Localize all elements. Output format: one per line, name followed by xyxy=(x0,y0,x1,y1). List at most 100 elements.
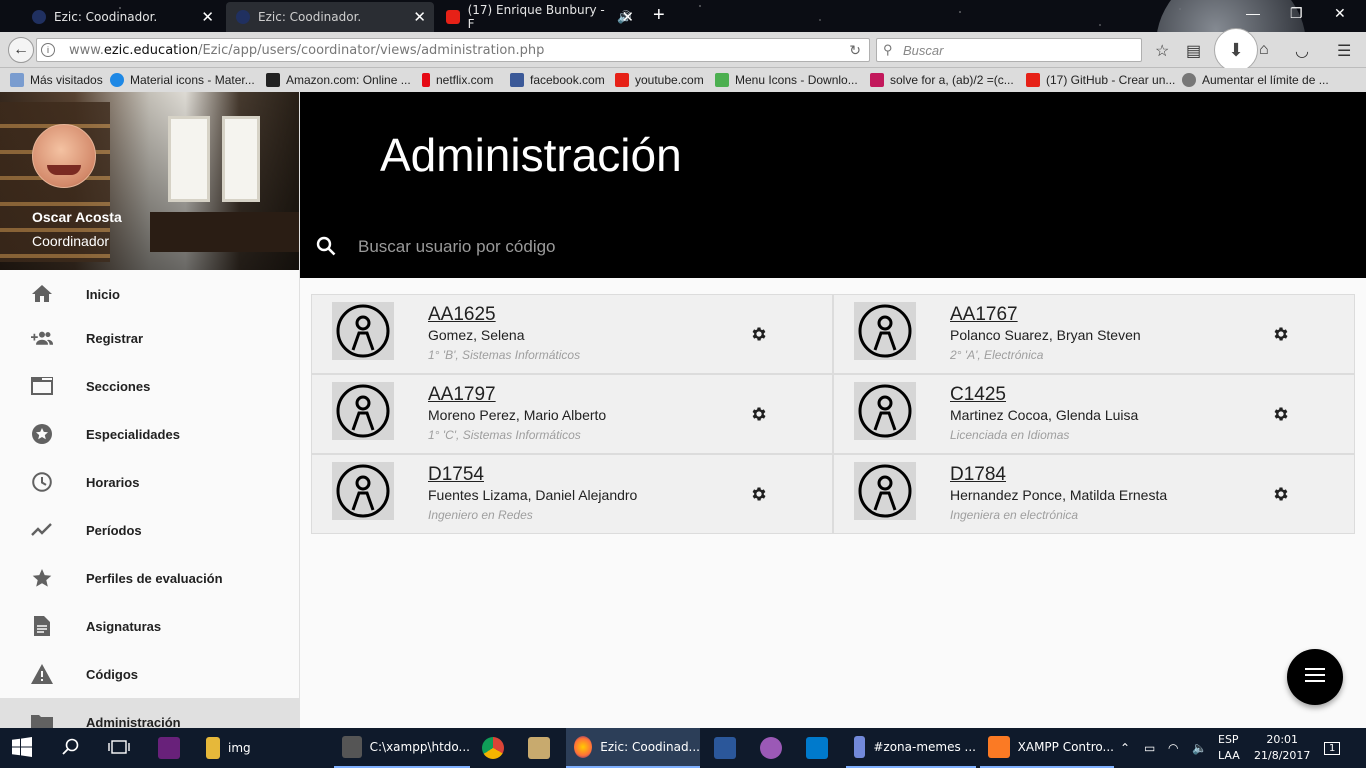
close-tab-icon[interactable]: ✕ xyxy=(413,8,426,26)
youtube-favicon-icon xyxy=(1026,73,1040,87)
folder-icon xyxy=(206,737,220,759)
sidebar-item-label: Inicio xyxy=(86,286,120,302)
taskbar-clock[interactable]: 20:01 21/8/2017 xyxy=(1254,732,1310,764)
bookmark-item[interactable]: Material icons - Mater... xyxy=(110,73,255,87)
pocket-icon[interactable]: ◡ xyxy=(1295,41,1309,61)
sidebar-item-administracion[interactable]: Administración xyxy=(0,698,299,728)
reload-icon[interactable]: ↻ xyxy=(849,42,861,59)
fab-menu-button[interactable] xyxy=(1287,649,1343,705)
taskbar-item-xampp[interactable]: XAMPP Contro... xyxy=(980,728,1114,768)
user-code-link[interactable]: D1754 xyxy=(428,464,484,486)
user-card[interactable]: AA1767 Polanco Suarez, Bryan Steven 2° 'A'… xyxy=(833,294,1355,374)
settings-gear-icon[interactable] xyxy=(1272,405,1290,428)
browser-tab-bar: Ezic: Coodinador. ✕ Ezic: Coodinador. ✕ … xyxy=(0,0,1366,120)
vscode-taskbar-button[interactable] xyxy=(806,728,836,768)
sidebar-item-registrar[interactable]: Registrar xyxy=(0,314,299,362)
browser-search-box[interactable]: ⚲ Buscar xyxy=(876,38,1142,62)
start-button[interactable] xyxy=(12,728,32,768)
notifications-icon[interactable]: 1 xyxy=(1324,728,1341,768)
browser-tab-1[interactable]: Ezic: Coodinador. ✕ xyxy=(22,2,222,32)
close-tab-icon[interactable]: ✕ xyxy=(201,8,214,26)
sidebar-item-label: Períodos xyxy=(86,522,142,538)
volume-icon[interactable]: 🔈 xyxy=(1192,728,1207,768)
user-card[interactable]: D1754 Fuentes Lizama, Daniel Alejandro Ing… xyxy=(311,454,833,534)
sidebar-item-periodos[interactable]: Períodos xyxy=(0,506,299,554)
word-taskbar-button[interactable] xyxy=(714,728,744,768)
user-card[interactable]: D1784 Hernandez Ponce, Matilda Ernesta Ing… xyxy=(833,454,1355,534)
browser-tab-2[interactable]: Ezic: Coodinador. ✕ xyxy=(226,2,434,32)
show-hidden-icons[interactable]: ⌃ xyxy=(1120,728,1130,768)
user-avatar-icon xyxy=(854,462,916,520)
wifi-icon[interactable]: ◠ xyxy=(1168,728,1178,768)
user-code-link[interactable]: D1784 xyxy=(950,464,1006,486)
symbolab-favicon-icon xyxy=(870,73,884,87)
battery-icon[interactable]: ▭ xyxy=(1144,728,1155,768)
user-card[interactable]: C1425 Martinez Cocoa, Glenda Luisa Licenci… xyxy=(833,374,1355,454)
home-browser-icon[interactable]: ⌂ xyxy=(1259,41,1269,59)
add-group-icon xyxy=(31,327,53,349)
site-info-icon[interactable]: i xyxy=(41,43,55,57)
bookmark-item[interactable]: Menu Icons - Downlo... xyxy=(715,73,858,87)
user-card[interactable]: AA1797 Moreno Perez, Mario Alberto 1° 'C',… xyxy=(311,374,833,454)
bookmark-item[interactable]: facebook.com xyxy=(510,73,605,87)
sidebar-item-secciones[interactable]: Secciones xyxy=(0,362,299,410)
user-code-link[interactable]: AA1797 xyxy=(428,384,496,406)
search-taskbar-button[interactable] xyxy=(62,728,80,768)
bookmark-item[interactable]: Amazon.com: Online ... xyxy=(266,73,411,87)
browser-tab-3[interactable]: (17) Enrique Bunbury - F 🔊 ✕ xyxy=(436,2,642,32)
settings-gear-icon[interactable] xyxy=(1272,485,1290,508)
bookmark-item[interactable]: (17) GitHub - Crear un... xyxy=(1026,73,1175,87)
back-arrow-icon[interactable]: ← xyxy=(8,37,34,63)
close-window-icon[interactable]: ✕ xyxy=(1334,5,1346,22)
taskbar-item-sublime[interactable]: C:\xampp\htdo... xyxy=(334,728,470,768)
sidebar-item-especialidades[interactable]: Especialidades xyxy=(0,410,299,458)
bookmark-item[interactable]: Más visitados xyxy=(10,73,103,87)
user-card[interactable]: AA1625 Gomez, Selena 1° 'B', Sistemas Info… xyxy=(311,294,833,374)
sidebar-item-asignaturas[interactable]: Asignaturas xyxy=(0,602,299,650)
minimize-window-icon[interactable]: — xyxy=(1246,5,1260,21)
bookmark-item[interactable]: netflix.com xyxy=(422,73,493,87)
user-code-link[interactable]: AA1625 xyxy=(428,304,496,326)
input-language[interactable]: ESP LAA xyxy=(1218,732,1240,764)
league-of-legends-icon xyxy=(528,737,550,759)
folder-icon xyxy=(31,711,53,728)
sidebar-item-horarios[interactable]: Horarios xyxy=(0,458,299,506)
address-bar[interactable]: i www.ezic.education/Ezic/app/users/coor… xyxy=(36,38,870,62)
sidebar-item-codigos[interactable]: Códigos xyxy=(0,650,299,698)
download-icon[interactable]: ⬇ xyxy=(1214,28,1258,72)
maximize-window-icon[interactable]: ❐ xyxy=(1290,5,1303,22)
taskbar-item-img[interactable]: img xyxy=(196,728,326,768)
discord-icon xyxy=(854,736,866,758)
bookmark-item[interactable]: Aumentar el límite de ... xyxy=(1182,73,1329,87)
profile-role: Coordinador xyxy=(32,233,110,249)
bookmark-star-icon[interactable]: ☆ xyxy=(1155,41,1169,61)
bookmark-item[interactable]: youtube.com xyxy=(615,73,704,87)
sidebar-item-inicio[interactable]: Inicio xyxy=(0,270,299,318)
menu-icons-favicon-icon xyxy=(715,73,729,87)
sidebar-item-label: Horarios xyxy=(86,474,140,490)
settings-gear-icon[interactable] xyxy=(750,405,768,428)
taskbar-item-discord[interactable]: #zona-memes ... xyxy=(846,728,976,768)
bookmark-item[interactable]: solve for a, (ab)/2 =(c... xyxy=(870,73,1014,87)
settings-gear-icon[interactable] xyxy=(750,485,768,508)
trending-icon xyxy=(31,519,53,541)
github-desktop-taskbar-button[interactable] xyxy=(760,728,790,768)
league-taskbar-button[interactable] xyxy=(528,728,558,768)
user-search-bar xyxy=(300,222,1366,272)
user-search-input[interactable] xyxy=(358,234,1258,260)
visual-studio-taskbar-button[interactable] xyxy=(158,728,188,768)
close-tab-icon[interactable]: ✕ xyxy=(621,8,634,26)
sidebar-item-perfiles-de-evaluacion[interactable]: Perfiles de evaluación xyxy=(0,554,299,602)
hamburger-menu-icon[interactable]: ☰ xyxy=(1337,41,1351,61)
settings-gear-icon[interactable] xyxy=(1272,325,1290,348)
user-code-link[interactable]: AA1767 xyxy=(950,304,1018,326)
avatar[interactable] xyxy=(32,124,96,188)
firefox-icon xyxy=(574,736,593,758)
user-code-link[interactable]: C1425 xyxy=(950,384,1006,406)
new-tab-icon[interactable]: + xyxy=(653,4,665,27)
chrome-taskbar-button[interactable] xyxy=(482,728,512,768)
settings-gear-icon[interactable] xyxy=(750,325,768,348)
reading-list-icon[interactable]: ▤ xyxy=(1186,41,1201,61)
task-view-button[interactable] xyxy=(108,728,130,768)
taskbar-item-firefox[interactable]: Ezic: Coodinad... xyxy=(566,728,700,768)
